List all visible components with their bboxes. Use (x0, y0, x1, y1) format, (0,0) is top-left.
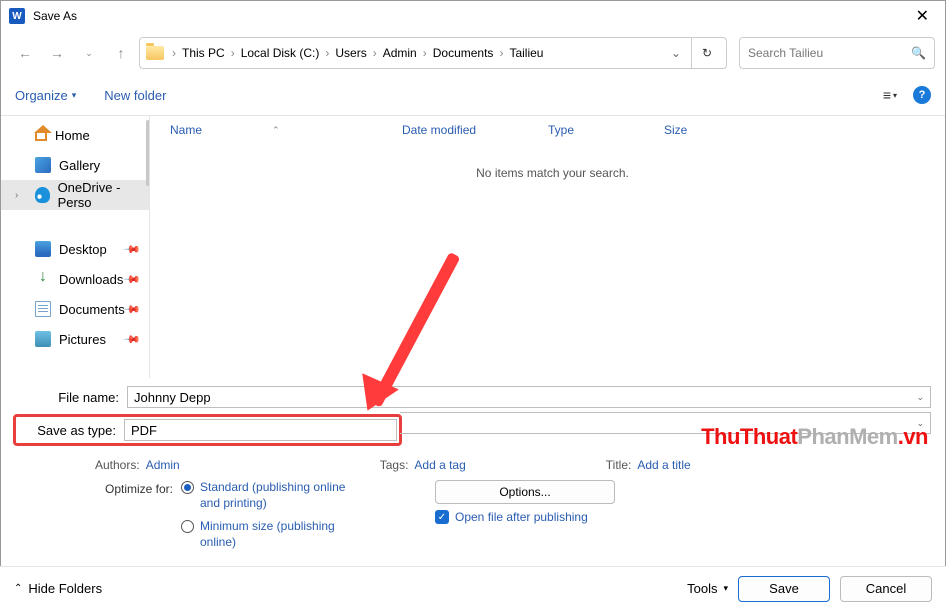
sidebar-item-pictures[interactable]: Pictures 📌 (1, 324, 149, 354)
cancel-button[interactable]: Cancel (840, 576, 932, 602)
chevron-down-icon[interactable]: ⌄ (916, 418, 924, 429)
savetype-select[interactable]: PDF (124, 419, 397, 441)
chevron-down-icon[interactable]: ⌄ (916, 392, 924, 403)
dialog-footer: ⌃ Hide Folders Tools▾ Save Cancel (0, 566, 946, 610)
tools-menu[interactable]: Tools▾ (687, 581, 728, 596)
savetype-select-extent[interactable]: ⌄ (400, 412, 931, 434)
title-value[interactable]: Add a title (637, 458, 690, 472)
optimize-label: Optimize for: (15, 480, 181, 550)
radio-minimum[interactable]: Minimum size (publishing online) (181, 519, 350, 550)
crumb-local-disk[interactable]: Local Disk (C:) (237, 46, 324, 60)
radio-standard[interactable]: Standard (publishing online and printing… (181, 480, 350, 511)
hide-folders-button[interactable]: ⌃ Hide Folders (14, 581, 102, 596)
save-button[interactable]: Save (738, 576, 830, 602)
authors-value[interactable]: Admin (146, 458, 180, 472)
search-input[interactable]: Search Tailieu 🔍 (739, 37, 935, 69)
recent-dropdown[interactable]: ⌄ (75, 39, 103, 67)
open-after-checkbox[interactable]: ✓ Open file after publishing (435, 510, 588, 524)
authors-label: Authors: (95, 458, 140, 472)
column-headers: Name⌃ Date modified Type Size (160, 116, 945, 144)
organize-menu[interactable]: Organize▾ (15, 88, 76, 103)
downloads-icon: ↓ (35, 271, 51, 287)
column-type[interactable]: Type (538, 123, 654, 137)
filename-input[interactable]: Johnny Depp ⌄ (127, 386, 931, 408)
navigation-pane: Home Gallery › OneDrive - Perso Desktop … (1, 116, 150, 378)
sort-indicator-icon: ⌃ (272, 125, 280, 136)
onedrive-icon (35, 187, 50, 203)
chevron-up-icon: ⌃ (14, 583, 22, 594)
chevron-right-icon[interactable]: › (170, 46, 178, 60)
tags-label: Tags: (380, 458, 409, 472)
options-area: Optimize for: Standard (publishing onlin… (1, 472, 945, 550)
up-button[interactable]: ↑ (107, 39, 135, 67)
sidebar-item-documents[interactable]: Documents 📌 (1, 294, 149, 324)
search-icon: 🔍 (911, 46, 926, 60)
pin-icon: 📌 (123, 300, 142, 319)
chevron-right-icon[interactable]: › (15, 190, 18, 201)
column-size[interactable]: Size (654, 123, 744, 137)
forward-button[interactable]: → (43, 39, 71, 67)
title-bar: W Save As ✕ (1, 1, 945, 31)
sidebar-item-downloads[interactable]: ↓ Downloads 📌 (1, 264, 149, 294)
savetype-row: Save as type: PDF (18, 419, 397, 441)
folder-icon (146, 46, 164, 60)
address-dropdown[interactable]: ⌄ (661, 46, 691, 60)
refresh-button[interactable]: ↻ (691, 38, 722, 68)
empty-list-message: No items match your search. (160, 144, 945, 202)
sidebar-item-desktop[interactable]: Desktop 📌 (1, 234, 149, 264)
new-folder-button[interactable]: New folder (104, 88, 166, 103)
home-icon (35, 133, 47, 141)
chevron-right-icon[interactable]: › (421, 46, 429, 60)
chevron-right-icon[interactable]: › (371, 46, 379, 60)
tags-value[interactable]: Add a tag (414, 458, 465, 472)
navigation-row: ← → ⌄ ↑ › This PC › Local Disk (C:) › Us… (1, 31, 945, 79)
back-button[interactable]: ← (11, 39, 39, 67)
pictures-icon (35, 331, 51, 347)
radio-on-icon (181, 481, 194, 494)
file-list[interactable]: Name⌃ Date modified Type Size No items m… (150, 116, 945, 378)
sidebar-item-home[interactable]: Home (1, 120, 149, 150)
checkbox-checked-icon: ✓ (435, 510, 449, 524)
close-button[interactable]: ✕ (908, 2, 937, 30)
sidebar-item-onedrive[interactable]: › OneDrive - Perso (1, 180, 149, 210)
column-name[interactable]: Name⌃ (160, 123, 392, 137)
crumb-tailieu[interactable]: Tailieu (505, 46, 547, 60)
gallery-icon (35, 157, 51, 173)
options-button[interactable]: Options... (435, 480, 615, 504)
pin-icon: 📌 (123, 330, 142, 349)
desktop-icon (35, 241, 51, 257)
crumb-this-pc[interactable]: This PC (178, 46, 229, 60)
documents-icon (35, 301, 51, 317)
command-bar: Organize▾ New folder ≡ ▾ ? (1, 79, 945, 116)
word-app-icon: W (9, 8, 25, 24)
column-date[interactable]: Date modified (392, 123, 538, 137)
savetype-label: Save as type: (18, 423, 124, 438)
chevron-right-icon[interactable]: › (229, 46, 237, 60)
chevron-right-icon[interactable]: › (497, 46, 505, 60)
radio-off-icon (181, 520, 194, 533)
meta-row: Authors: Admin Tags: Add a tag Title: Ad… (1, 452, 945, 472)
crumb-users[interactable]: Users (331, 46, 370, 60)
file-browser: Home Gallery › OneDrive - Perso Desktop … (1, 116, 945, 378)
search-placeholder: Search Tailieu (748, 46, 911, 60)
title-label: Title: (606, 458, 632, 472)
filename-label: File name: (15, 390, 127, 405)
dialog-title: Save As (33, 9, 77, 23)
chevron-right-icon[interactable]: › (323, 46, 331, 60)
pin-icon: 📌 (123, 240, 142, 259)
crumb-documents[interactable]: Documents (429, 46, 498, 60)
pin-icon: 📌 (123, 270, 142, 289)
view-menu[interactable]: ≡ ▾ (879, 83, 901, 107)
address-bar[interactable]: › This PC › Local Disk (C:) › Users › Ad… (139, 37, 727, 69)
savetype-highlight: Save as type: PDF (13, 414, 402, 446)
sidebar-item-gallery[interactable]: Gallery (1, 150, 149, 180)
crumb-admin[interactable]: Admin (379, 46, 421, 60)
filename-row: File name: Johnny Depp ⌄ (15, 386, 931, 408)
save-fields: File name: Johnny Depp ⌄ Save as type: P… (1, 378, 945, 452)
help-button[interactable]: ? (913, 86, 931, 104)
